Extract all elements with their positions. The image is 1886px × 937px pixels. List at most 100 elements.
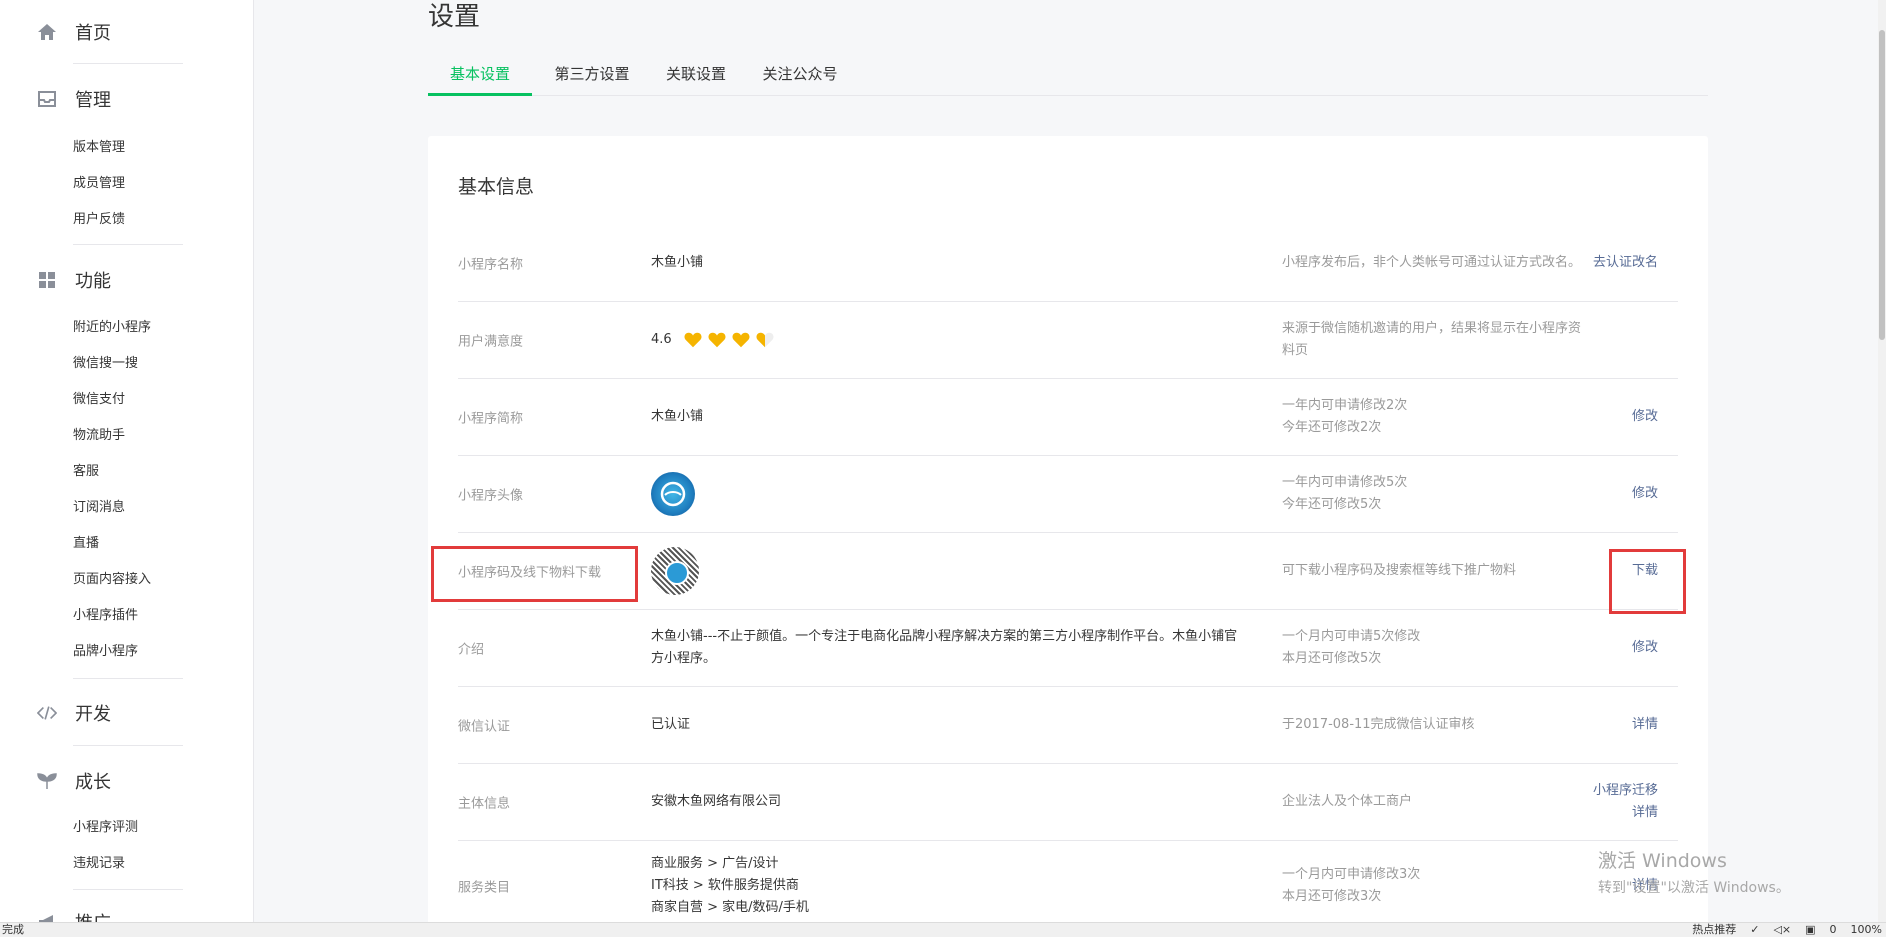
row-value: 木鱼小铺	[651, 255, 704, 270]
row-label: 服务类目	[458, 880, 511, 896]
nav-divider	[73, 63, 183, 64]
nav-divider	[73, 244, 183, 245]
nav-develop[interactable]: 开发	[0, 697, 253, 729]
block-count[interactable]: 0	[1830, 923, 1837, 937]
grid-icon	[37, 270, 57, 290]
windows-watermark: 激活 Windows 转到"设置"以激活 Windows。	[1598, 846, 1790, 897]
row-desc-line: 今年还可修改2次	[1282, 420, 1382, 435]
highlight-box-download	[1609, 549, 1686, 614]
row-desc: 一个月内可申请5次修改 本月还可修改5次	[1282, 626, 1582, 670]
heart-icon	[708, 332, 726, 347]
nav-divider	[73, 889, 183, 890]
category-item: 商业服务 > 广告/设计	[651, 856, 779, 871]
download-icon[interactable]: ▣	[1805, 923, 1815, 937]
scrollbar-thumb[interactable]	[1879, 30, 1885, 340]
row-avatar: 小程序头像 一年内可申请修改5次 今年还可修改5次 修改	[458, 456, 1678, 533]
row-name: 小程序名称 木鱼小铺 小程序发布后，非个人类帐号可通过认证方式改名。 去认证改名	[458, 225, 1678, 302]
sidebar-item-evaluation[interactable]: 小程序评测	[73, 818, 138, 838]
tab-follow-account[interactable]: 关注公众号	[750, 58, 850, 96]
row-value: 已认证	[651, 717, 691, 732]
tab-basic[interactable]: 基本设置	[428, 58, 532, 96]
nav-develop-label: 开发	[75, 704, 111, 725]
nav-promote[interactable]: 推广	[0, 906, 253, 922]
verification-details-link[interactable]: 详情	[1632, 714, 1658, 736]
page-title: 设置	[428, 2, 481, 32]
row-value	[651, 472, 1241, 516]
sidebar-item-logistics[interactable]: 物流助手	[73, 426, 125, 446]
tab-association[interactable]: 关联设置	[654, 58, 738, 96]
sidebar-item-feedback[interactable]: 用户反馈	[73, 210, 125, 230]
edit-avatar-link[interactable]: 修改	[1632, 483, 1658, 505]
row-label: 小程序简称	[458, 411, 524, 427]
nav-growth[interactable]: 成长	[0, 765, 253, 797]
tab-bar: 基本设置 第三方设置 关联设置 关注公众号	[428, 58, 1708, 96]
row-label: 用户满意度	[458, 334, 524, 350]
sidebar: 首页 管理 版本管理 成员管理 用户反馈 功能 附近的小程序 微信搜一搜 微信支…	[0, 0, 254, 922]
nav-manage-label: 管理	[75, 90, 111, 111]
row-value: 4.6	[651, 329, 1241, 351]
sidebar-item-version[interactable]: 版本管理	[73, 138, 125, 158]
scrollbar[interactable]	[1878, 0, 1886, 922]
row-desc: 企业法人及个体工商户	[1282, 794, 1413, 809]
sidebar-item-live[interactable]: 直播	[73, 534, 99, 554]
nav-features[interactable]: 功能	[0, 264, 253, 296]
sidebar-item-content[interactable]: 页面内容接入	[73, 570, 151, 590]
row-desc: 来源于微信随机邀请的用户，结果将显示在小程序资料页	[1282, 321, 1582, 358]
card-title: 基本信息	[458, 176, 535, 198]
mute-icon[interactable]: ◁×	[1773, 923, 1791, 937]
row-value: 安徽木鱼网络有限公司	[651, 794, 782, 809]
row-verification: 微信认证 已认证 于2017-08-11完成微信认证审核 详情	[458, 687, 1678, 764]
status-tray: 热点推荐 ✓ ◁× ▣ 0 100%	[1692, 923, 1882, 937]
row-value: 木鱼小铺---不止于颜值。一个专注于电商化品牌小程序解决方案的第三方小程序制作平…	[651, 629, 1238, 666]
row-qrcode: 小程序码及线下物料下载 可下载小程序码及搜索框等线下推广物料 下载	[458, 533, 1678, 610]
sidebar-item-brand[interactable]: 品牌小程序	[73, 642, 138, 662]
row-entity: 主体信息 安徽木鱼网络有限公司 企业法人及个体工商户 小程序迁移 详情	[458, 764, 1678, 841]
sidebar-item-plugin[interactable]: 小程序插件	[73, 606, 138, 626]
avatar	[651, 472, 695, 516]
inbox-icon	[37, 89, 57, 109]
nav-promote-label: 推广	[75, 909, 111, 922]
row-value	[651, 547, 1241, 595]
row-intro: 介绍 木鱼小铺---不止于颜值。一个专注于电商化品牌小程序解决方案的第三方小程序…	[458, 610, 1678, 687]
nav-home[interactable]: 首页	[0, 16, 253, 48]
edit-intro-link[interactable]: 修改	[1632, 637, 1658, 659]
rating-hearts	[684, 331, 780, 349]
row-desc: 可下载小程序码及搜索框等线下推广物料	[1282, 563, 1517, 578]
heart-icon	[684, 332, 702, 347]
sidebar-item-service[interactable]: 客服	[73, 462, 99, 482]
megaphone-icon	[37, 912, 57, 922]
migrate-link[interactable]: 小程序迁移	[1593, 780, 1658, 802]
nav-home-label: 首页	[75, 23, 111, 44]
shield-icon[interactable]: ✓	[1750, 923, 1759, 937]
sidebar-item-nearby[interactable]: 附近的小程序	[73, 318, 151, 338]
row-desc-line: 一个月内可申请5次修改	[1282, 629, 1421, 644]
entity-details-link[interactable]: 详情	[1593, 802, 1658, 824]
mini-program-code	[651, 547, 699, 595]
row-label: 主体信息	[458, 796, 511, 812]
row-label: 小程序名称	[458, 257, 524, 273]
app-window: 首页 管理 版本管理 成员管理 用户反馈 功能 附近的小程序 微信搜一搜 微信支…	[0, 0, 1886, 937]
edit-short-name-link[interactable]: 修改	[1632, 406, 1658, 428]
nav-features-label: 功能	[75, 271, 111, 292]
sidebar-item-pay[interactable]: 微信支付	[73, 390, 125, 410]
nav-manage[interactable]: 管理	[0, 83, 253, 115]
row-desc-line: 今年还可修改5次	[1282, 497, 1382, 512]
row-category: 服务类目 商业服务 > 广告/设计 IT科技 > 软件服务提供商 商家自营 > …	[458, 841, 1678, 931]
hot-recommend[interactable]: 热点推荐	[1692, 923, 1736, 937]
tab-third-party[interactable]: 第三方设置	[542, 58, 642, 96]
sidebar-item-subscribe[interactable]: 订阅消息	[73, 498, 125, 518]
watermark-subtitle: 转到"设置"以激活 Windows。	[1598, 880, 1790, 896]
sidebar-item-violations[interactable]: 违规记录	[73, 854, 125, 874]
status-bar: 完成 热点推荐 ✓ ◁× ▣ 0 100%	[0, 922, 1886, 937]
entity-actions: 小程序迁移 详情	[1593, 780, 1658, 824]
sidebar-item-members[interactable]: 成员管理	[73, 174, 125, 194]
sidebar-item-search[interactable]: 微信搜一搜	[73, 354, 138, 374]
rename-link[interactable]: 去认证改名	[1593, 252, 1658, 274]
fish-logo-icon	[660, 481, 686, 507]
category-item: IT科技 > 软件服务提供商	[651, 878, 799, 893]
heart-icon	[732, 332, 750, 347]
rating-score: 4.6	[651, 332, 672, 347]
row-desc: 一年内可申请修改2次 今年还可修改2次	[1282, 395, 1582, 439]
zoom-level[interactable]: 100%	[1851, 923, 1882, 937]
row-desc-line: 一个月内可申请修改3次	[1282, 867, 1421, 882]
